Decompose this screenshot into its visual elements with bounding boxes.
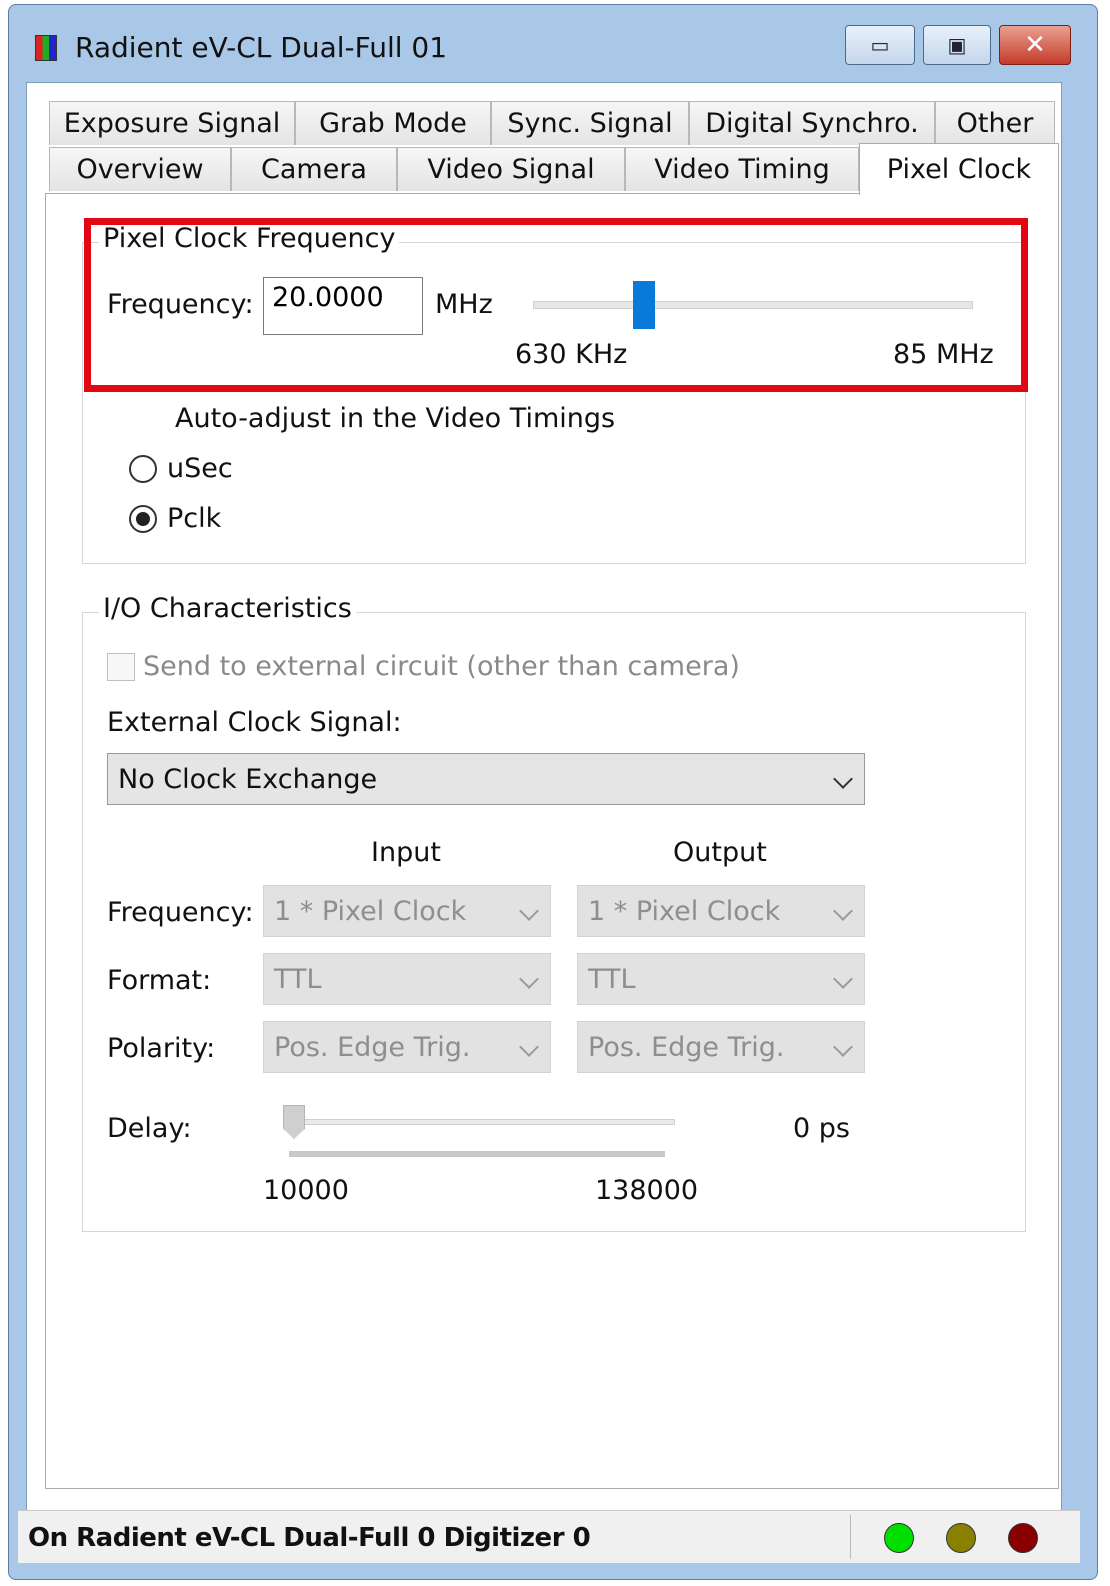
send-external-label: Send to external circuit (other than cam…: [143, 651, 740, 682]
status-separator: [850, 1515, 851, 1559]
auto-adjust-label: Auto-adjust in the Video Timings: [175, 403, 616, 434]
minimize-icon: ▭: [870, 33, 890, 57]
close-button[interactable]: ✕: [999, 25, 1071, 65]
output-format-dropdown[interactable]: TTL: [577, 953, 865, 1005]
chevron-down-icon: [519, 1037, 539, 1057]
delay-slider-track[interactable]: [283, 1119, 675, 1125]
pclk-radio[interactable]: [129, 505, 157, 533]
output-polarity-dropdown[interactable]: Pos. Edge Trig.: [577, 1021, 865, 1073]
input-polarity-dropdown[interactable]: Pos. Edge Trig.: [263, 1021, 551, 1073]
frequency-label: Frequency:: [107, 289, 254, 320]
chevron-down-icon: [833, 1037, 853, 1057]
tab-pixel-clock[interactable]: Pixel Clock: [859, 143, 1059, 195]
frequency-unit: MHz: [435, 289, 493, 320]
chevron-down-icon: [519, 901, 539, 921]
delay-min-label: 10000: [263, 1175, 349, 1206]
input-format-value: TTL: [274, 964, 322, 995]
external-clock-label: External Clock Signal:: [107, 707, 402, 738]
frequency-slider-thumb[interactable]: [633, 281, 656, 329]
tab-camera[interactable]: Camera: [231, 147, 397, 191]
pclk-radio-label[interactable]: Pclk: [167, 503, 221, 534]
input-frequency-dropdown[interactable]: 1 * Pixel Clock: [263, 885, 551, 937]
tab-overview[interactable]: Overview: [49, 147, 231, 191]
chevron-down-icon: [519, 969, 539, 989]
app-icon: [35, 35, 57, 61]
external-clock-dropdown[interactable]: No Clock Exchange: [107, 753, 865, 805]
status-text: On Radient eV-CL Dual-Full 0 Digitizer 0: [28, 1523, 591, 1553]
output-format-value: TTL: [588, 964, 636, 995]
frequency-min-label: 630 KHz: [515, 339, 628, 370]
status-bar: On Radient eV-CL Dual-Full 0 Digitizer 0: [18, 1510, 1080, 1563]
io-characteristics-group: I/O Characteristics Send to external cir…: [82, 593, 1026, 1232]
io-polarity-label: Polarity:: [107, 1033, 216, 1064]
tab-other[interactable]: Other: [935, 101, 1055, 145]
tab-sync-signal[interactable]: Sync. Signal: [491, 101, 689, 145]
usec-radio-label[interactable]: uSec: [167, 453, 233, 484]
tab-exposure-signal[interactable]: Exposure Signal: [49, 101, 295, 145]
input-frequency-value: 1 * Pixel Clock: [274, 896, 467, 927]
window-title: Radient eV-CL Dual-Full 01: [75, 31, 448, 64]
close-icon: ✕: [1024, 30, 1046, 60]
input-format-dropdown[interactable]: TTL: [263, 953, 551, 1005]
status-led-olive: [946, 1523, 976, 1553]
io-frequency-label: Frequency:: [107, 897, 254, 928]
pixel-clock-frequency-title: Pixel Clock Frequency: [99, 223, 400, 254]
output-polarity-value: Pos. Edge Trig.: [588, 1032, 785, 1063]
delay-slider-thumb[interactable]: [283, 1105, 305, 1139]
status-led-green: [884, 1523, 914, 1553]
frequency-input[interactable]: 20.0000: [263, 277, 423, 335]
delay-value: 0 ps: [793, 1113, 850, 1144]
maximize-button[interactable]: ▣: [923, 25, 991, 65]
io-characteristics-title: I/O Characteristics: [99, 593, 356, 624]
output-frequency-value: 1 * Pixel Clock: [588, 896, 781, 927]
tab-video-signal[interactable]: Video Signal: [397, 147, 625, 191]
delay-label: Delay:: [107, 1113, 192, 1144]
send-external-checkbox[interactable]: [107, 653, 135, 681]
minimize-button[interactable]: ▭: [845, 25, 915, 65]
input-polarity-value: Pos. Edge Trig.: [274, 1032, 471, 1063]
delay-tick-bar: [289, 1151, 665, 1157]
pixel-clock-frequency-group: Pixel Clock Frequency Frequency: 20.0000…: [82, 223, 1026, 564]
chevron-down-icon: [833, 901, 853, 921]
output-header: Output: [673, 837, 767, 868]
tab-video-timing[interactable]: Video Timing: [625, 147, 859, 191]
status-led-red: [1008, 1523, 1038, 1553]
output-frequency-dropdown[interactable]: 1 * Pixel Clock: [577, 885, 865, 937]
tab-digital-synchro[interactable]: Digital Synchro.: [689, 101, 935, 145]
frequency-max-label: 85 MHz: [893, 339, 994, 370]
chevron-down-icon: [833, 769, 853, 789]
usec-radio[interactable]: [129, 455, 157, 483]
chevron-down-icon: [833, 969, 853, 989]
title-bar[interactable]: Radient eV-CL Dual-Full 01 ▭ ▣ ✕: [9, 5, 1097, 89]
input-header: Input: [371, 837, 441, 868]
pixel-clock-panel: Pixel Clock Frequency Frequency: 20.0000…: [45, 193, 1059, 1489]
io-format-label: Format:: [107, 965, 212, 996]
external-clock-value: No Clock Exchange: [118, 764, 378, 795]
frequency-slider-track[interactable]: [533, 301, 973, 309]
delay-max-label: 138000: [595, 1175, 699, 1206]
maximize-icon: ▣: [947, 33, 967, 57]
dialog-client-area: Exposure Signal Grab Mode Sync. Signal D…: [26, 82, 1062, 1516]
tab-grab-mode[interactable]: Grab Mode: [295, 101, 491, 145]
